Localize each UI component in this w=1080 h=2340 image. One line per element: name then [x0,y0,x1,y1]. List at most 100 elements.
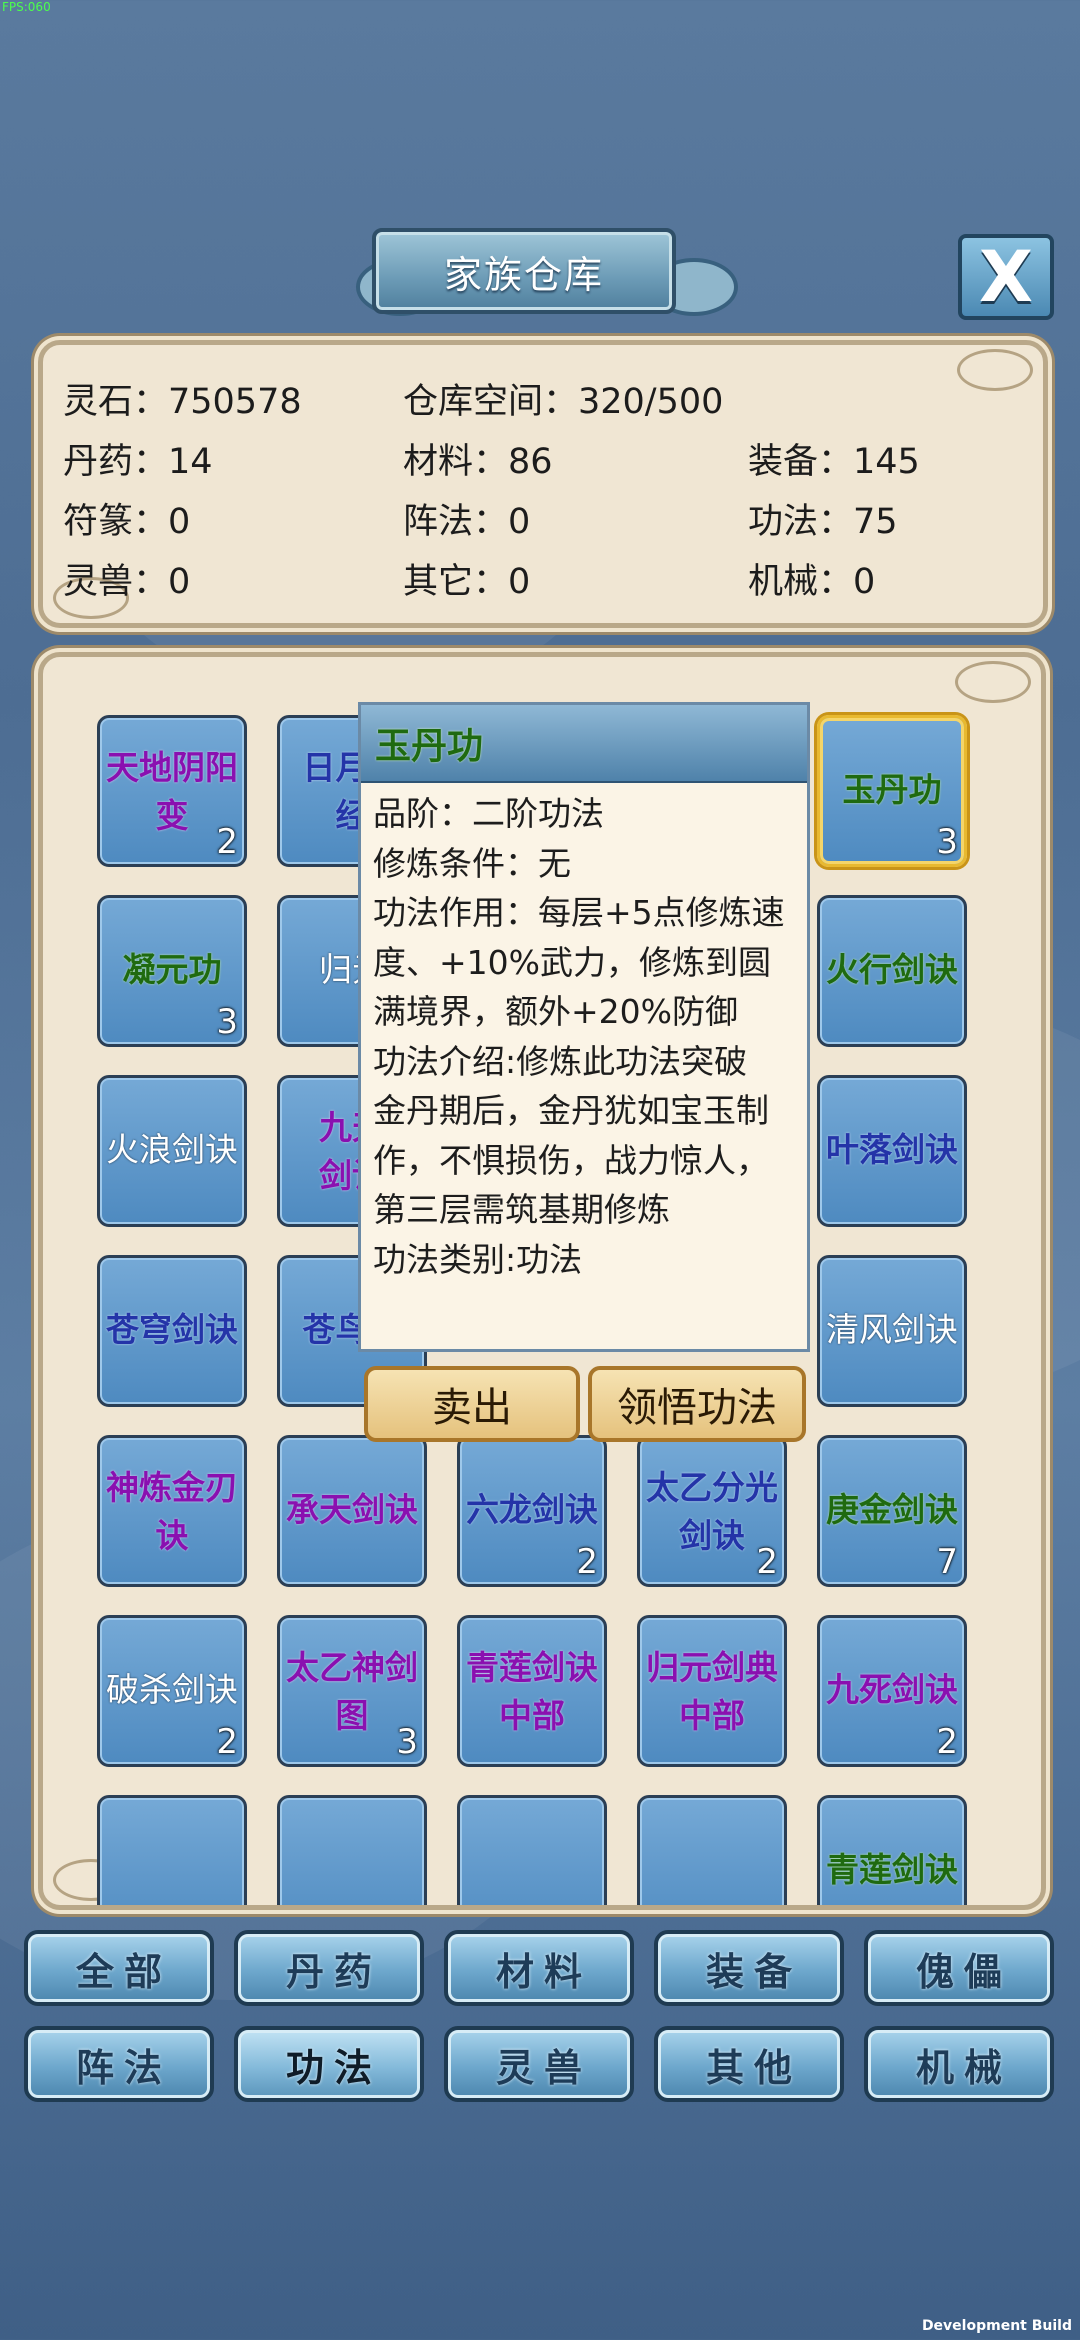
item-count: 2 [576,1542,598,1582]
item-name-line: 玉丹功 [842,770,942,809]
item-name-line: 青莲剑诀 [826,1850,958,1889]
item-slot[interactable]: 凝元功 3 [97,895,247,1047]
tab-category[interactable]: 全部 [24,1930,214,2006]
cloud-ornament [955,661,1031,703]
item-name-line: 中部 [499,1696,565,1735]
tooltip-line: 满境界，额外+20%防御 [373,992,738,1031]
item-name: 清风剑诀 [824,1306,960,1354]
tab-category[interactable]: 傀儡 [864,1930,1054,2006]
tooltip-line: 功法作用：每层+5点修炼速 [373,893,785,932]
item-slot[interactable]: 神炼金刃诀 [97,1435,247,1587]
item-name-line: 苍穹剑诀 [106,1310,238,1349]
item-name-line: 庚金剑诀 [826,1490,958,1529]
tooltip-description: 品阶：二阶功法 修炼条件：无 功法作用：每层+5点修炼速 度、+10%武力，修炼… [361,783,807,1290]
item-slot[interactable]: 天地阴阳变 2 [97,715,247,867]
item-slot[interactable]: 九死剑诀 2 [817,1615,967,1767]
stat-techniques: 功法：75 [748,502,898,542]
item-count: 3 [396,1722,418,1762]
item-slot[interactable] [277,1795,427,1905]
close-button[interactable]: X [958,234,1054,320]
item-count: 2 [756,1542,778,1582]
stat-equipment: 装备：145 [748,442,920,482]
tab-category[interactable]: 丹药 [234,1930,424,2006]
item-name: 玉丹功 [824,766,960,814]
tab-category[interactable]: 机械 [864,2026,1054,2102]
warehouse-title: 家族仓库 [372,228,676,314]
item-name-line: 天地阴阳 [106,748,238,787]
item-slot[interactable]: 太乙神剑图 3 [277,1615,427,1767]
item-name-line: 中部 [679,1696,745,1735]
item-slot[interactable]: 玉丹功 3 [817,715,967,867]
stat-spirit-stone: 灵石：750578 [63,382,302,422]
item-name: 青莲剑诀 中部 [464,1644,600,1740]
tab-category[interactable]: 其他 [654,2026,844,2102]
item-name: 苍穹剑诀 [104,1306,240,1354]
stat-pills: 丹药：14 [63,442,213,482]
cloud-ornament [957,349,1033,391]
item-name-line: 青莲剑诀 [466,1648,598,1687]
item-slot[interactable]: 承天剑诀 [277,1435,427,1587]
tab-category[interactable]: 功法 [234,2026,424,2102]
tooltip-line: 度、+10%武力，修炼到圆 [373,942,771,982]
item-name-line: 神炼金刃 [106,1468,238,1507]
close-icon: X [979,236,1033,318]
tab-category[interactable]: 灵兽 [444,2026,634,2102]
item-count: 2 [936,1722,958,1762]
tooltip-line: 功法类别:功法 [373,1239,583,1279]
item-slot[interactable]: 苍穹剑诀 [97,1255,247,1407]
item-count: 2 [216,822,238,862]
item-name: 九死剑诀 [824,1666,960,1714]
stat-machinery: 机械：0 [748,562,876,602]
item-slot[interactable]: 青莲剑诀 [817,1795,967,1905]
development-build-label: Development Build [921,2318,1072,2334]
fps-counter: FPS:060 [2,0,51,14]
tooltip-title: 玉丹功 [361,705,807,783]
item-name-line: 凝元功 [122,950,222,989]
item-tooltip: 玉丹功 品阶：二阶功法 修炼条件：无 功法作用：每层+5点修炼速 度、+10%武… [358,702,810,1352]
item-slot[interactable]: 火浪剑诀 [97,1075,247,1227]
item-name-line: 归元剑典 [646,1648,778,1687]
item-name-line: 破杀剑诀 [106,1670,238,1709]
tooltip-line: 功法介绍:修炼此功法突破 [373,1041,748,1081]
item-name: 火行剑诀 [824,946,960,994]
tooltip-line: 金丹期后，金丹犹如宝玉制 [373,1091,769,1130]
stat-talismans: 符篆：0 [63,502,191,542]
item-slot[interactable]: 破杀剑诀 2 [97,1615,247,1767]
stat-others: 其它：0 [403,562,531,602]
item-name-line: 太乙神剑 [286,1648,418,1687]
tab-category[interactable]: 装备 [654,1930,844,2006]
item-name-line: 火行剑诀 [826,950,958,989]
item-slot[interactable] [637,1795,787,1905]
item-slot[interactable]: 归元剑典 中部 [637,1615,787,1767]
item-slot[interactable]: 庚金剑诀 7 [817,1435,967,1587]
item-name-line: 太乙分光 [646,1468,778,1507]
tab-category[interactable]: 阵法 [24,2026,214,2102]
item-name-line: 火浪剑诀 [106,1130,238,1169]
item-slot[interactable]: 六龙剑诀 2 [457,1435,607,1587]
comprehend-technique-button[interactable]: 领悟功法 [588,1366,806,1442]
item-count: 3 [216,1002,238,1042]
item-count: 3 [936,822,958,862]
stat-beasts: 灵兽：0 [63,562,191,602]
item-slot[interactable] [97,1795,247,1905]
item-name: 神炼金刃诀 [104,1464,240,1560]
item-name: 庚金剑诀 [824,1486,960,1534]
item-name: 叶落剑诀 [824,1126,960,1174]
item-name: 青莲剑诀 [824,1846,960,1894]
item-slot[interactable]: 清风剑诀 [817,1255,967,1407]
item-name: 六龙剑诀 [464,1486,600,1534]
item-slot[interactable]: 太乙分光 剑诀 2 [637,1435,787,1587]
item-name-line: 叶落剑诀 [826,1130,958,1169]
item-slot[interactable]: 叶落剑诀 [817,1075,967,1227]
sell-button[interactable]: 卖出 [364,1366,580,1442]
item-count: 2 [216,1722,238,1762]
stat-materials: 材料：86 [403,442,553,482]
tab-category[interactable]: 材料 [444,1930,634,2006]
item-name-line: 承天剑诀 [286,1490,418,1529]
item-slot[interactable] [457,1795,607,1905]
item-slot[interactable]: 火行剑诀 [817,895,967,1047]
item-name: 破杀剑诀 [104,1666,240,1714]
stat-formations: 阵法：0 [403,502,531,542]
stat-storage-space: 仓库空间：320/500 [403,382,724,422]
item-slot[interactable]: 青莲剑诀 中部 [457,1615,607,1767]
